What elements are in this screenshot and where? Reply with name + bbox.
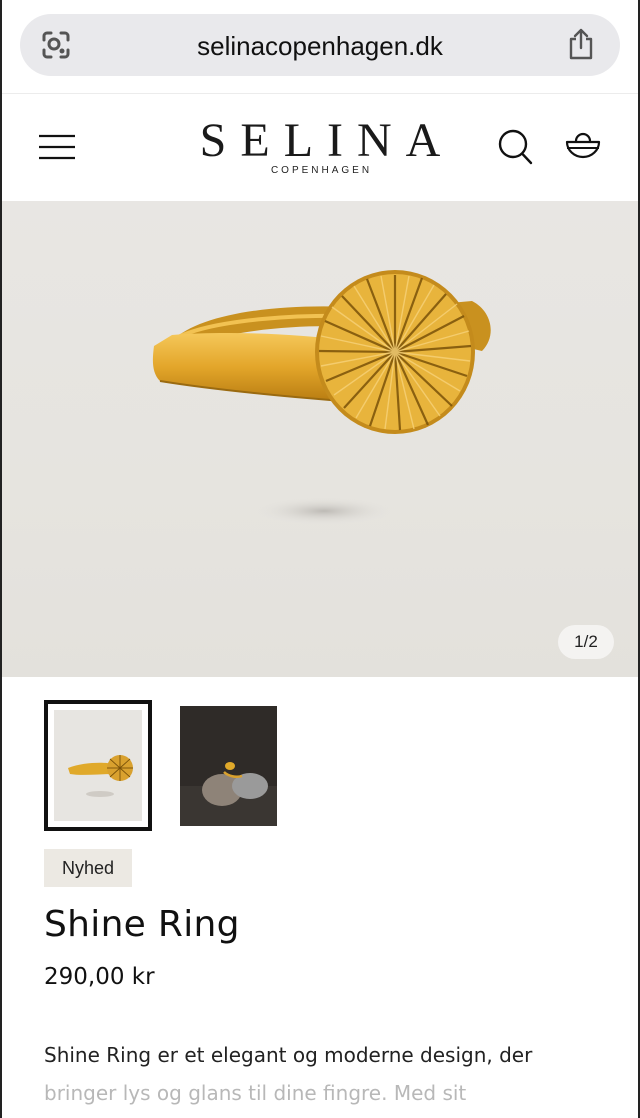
thumbnail-1-selected[interactable] (44, 700, 152, 831)
product-description: Shine Ring er et elegant og moderne desi… (44, 1036, 604, 1112)
url-text: selinacopenhagen.dk (197, 31, 443, 61)
basket-icon[interactable] (564, 125, 602, 165)
description-line-2: bringer lys og glans til dine fingre. Me… (44, 1081, 467, 1105)
address-bar[interactable]: selinacopenhagen.dk (20, 14, 620, 76)
thumbnail-strip (44, 700, 344, 832)
thumbnail-stones-image (180, 706, 277, 826)
share-icon[interactable] (566, 27, 596, 61)
product-title: Shine Ring (44, 904, 240, 945)
search-icon[interactable] (496, 127, 534, 167)
product-image-main[interactable]: 1/2 (2, 201, 638, 677)
description-line-1: Shine Ring er et elegant og moderne desi… (44, 1043, 533, 1067)
site-header: SELINA COPENHAGEN (2, 95, 638, 201)
browser-address-area: selinacopenhagen.dk (2, 0, 638, 94)
new-badge: Nyhed (44, 849, 132, 887)
product-price: 290,00 kr (44, 964, 155, 990)
thumbnail-ring-image (54, 710, 142, 821)
ring-image (152, 270, 491, 525)
image-counter: 1/2 (558, 625, 614, 659)
logo-subtitle: COPENHAGEN (270, 165, 373, 176)
logo-wordmark: SELINA (199, 114, 455, 167)
site-logo[interactable]: SELINA COPENHAGEN (2, 113, 638, 176)
thumbnail-2[interactable] (180, 706, 277, 826)
